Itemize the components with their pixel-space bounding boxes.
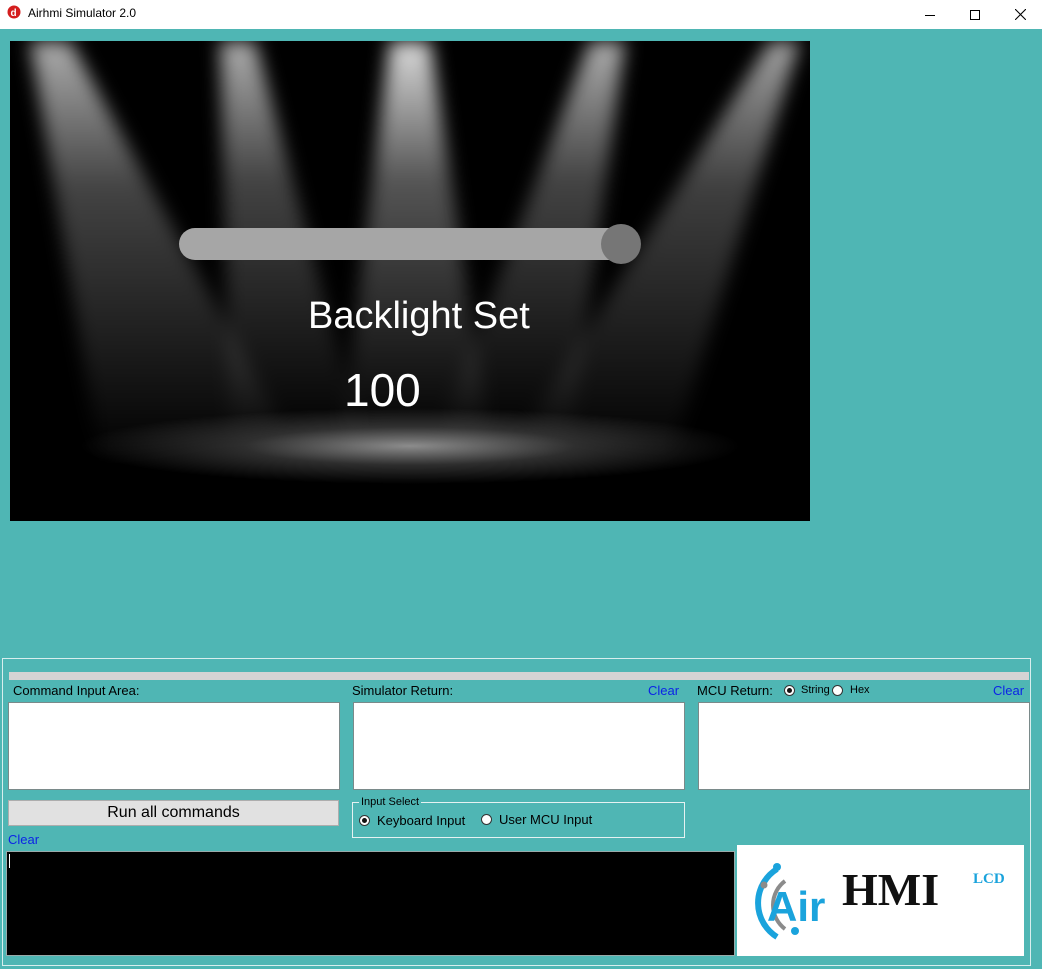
minimize-button[interactable]	[907, 0, 953, 29]
minimize-icon	[925, 14, 935, 16]
user-mcu-input-radio[interactable]	[481, 814, 492, 825]
keyboard-input-label[interactable]: Keyboard Input	[377, 813, 465, 828]
airhmi-logo-mark: Air HMI LCD	[755, 863, 1005, 940]
logo-lcd-text: LCD	[973, 871, 1005, 887]
hex-format-radio[interactable]	[832, 685, 843, 696]
backlight-slider-knob[interactable]	[601, 224, 641, 264]
close-button[interactable]	[997, 0, 1042, 29]
logo-hmi-text: HMI	[842, 864, 939, 915]
backlight-label: Backlight Set	[308, 295, 530, 337]
backlight-slider-track[interactable]	[179, 228, 639, 260]
close-icon	[1014, 9, 1026, 20]
keyboard-input-radio[interactable]	[359, 815, 370, 826]
maximize-button[interactable]	[952, 0, 998, 29]
panel-divider[interactable]	[9, 672, 1029, 680]
run-all-commands-button[interactable]: Run all commands	[8, 800, 339, 826]
input-select-title: Input Select	[359, 796, 422, 808]
mcu-return-field[interactable]	[698, 702, 1030, 790]
command-clear-link[interactable]: Clear	[8, 832, 39, 847]
svg-text:d: d	[11, 8, 17, 19]
text-cursor	[9, 854, 10, 868]
window-title: Airhmi Simulator 2.0	[28, 6, 137, 20]
string-format-label[interactable]: String	[801, 684, 830, 696]
output-terminal[interactable]	[6, 851, 735, 956]
simulator-clear-link[interactable]: Clear	[648, 683, 679, 698]
logo-air-text: Air	[767, 883, 825, 930]
mcu-clear-link[interactable]: Clear	[993, 683, 1024, 698]
airhmi-logo: Air HMI LCD	[737, 845, 1024, 956]
string-format-radio[interactable]	[784, 685, 795, 696]
hmi-display[interactable]: Backlight Set 100	[10, 41, 810, 521]
spotlight-background	[10, 41, 810, 521]
backlight-value: 100	[344, 364, 421, 416]
simulator-return-field[interactable]	[353, 702, 685, 790]
hex-format-label[interactable]: Hex	[850, 684, 870, 696]
maximize-icon	[970, 9, 980, 20]
user-mcu-input-label[interactable]: User MCU Input	[499, 812, 592, 827]
command-input-field[interactable]	[8, 702, 340, 790]
mcu-return-label: MCU Return:	[697, 683, 773, 698]
app-logo-icon: d	[7, 5, 21, 19]
simulator-return-label: Simulator Return:	[352, 683, 454, 698]
title-bar: d Airhmi Simulator 2.0	[0, 0, 1042, 29]
command-input-label: Command Input Area:	[13, 683, 140, 698]
